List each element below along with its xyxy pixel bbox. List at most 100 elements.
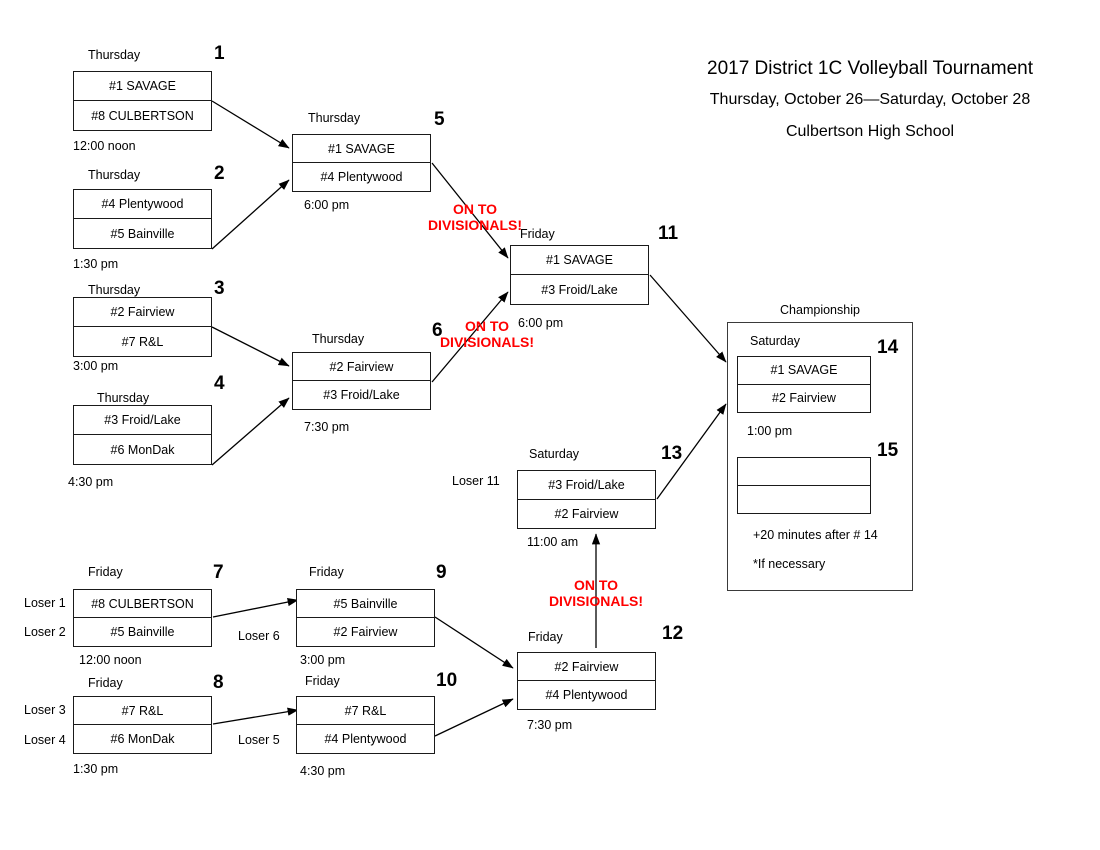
game-14-top-team[interactable]: #1 SAVAGE bbox=[738, 357, 870, 385]
game-15-box[interactable] bbox=[737, 457, 871, 514]
game-4-bottom-team[interactable]: #6 MonDak bbox=[74, 435, 211, 464]
game-12-box[interactable]: #2 Fairview #4 Plentywood bbox=[517, 652, 656, 710]
divisionals-callout-3-line2: DIVISIONALS! bbox=[548, 593, 644, 609]
divisionals-callout-2-line2: DIVISIONALS! bbox=[439, 334, 535, 350]
game-3-number: 3 bbox=[214, 278, 225, 299]
game-2-day: Thursday bbox=[88, 168, 141, 182]
game-4-number: 4 bbox=[214, 373, 225, 394]
game-8-number: 8 bbox=[213, 672, 224, 693]
game-5-time: 6:00 pm bbox=[304, 198, 350, 212]
game-5-bottom-team[interactable]: #4 Plentywood bbox=[293, 163, 430, 191]
game-10-top-team[interactable]: #7 R&L bbox=[297, 697, 434, 725]
game-7-top-team[interactable]: #8 CULBERTSON bbox=[74, 590, 211, 618]
game-6-top-team[interactable]: #2 Fairview bbox=[293, 353, 430, 381]
game-10-box[interactable]: #7 R&L #4 Plentywood bbox=[296, 696, 435, 754]
game-14-number: 14 bbox=[877, 337, 899, 358]
game-11-box[interactable]: #1 SAVAGE #3 Froid/Lake bbox=[510, 245, 649, 305]
divisionals-callout-2: ON TO DIVISIONALS! bbox=[432, 318, 542, 350]
game-5-top-team[interactable]: #1 SAVAGE bbox=[293, 135, 430, 163]
game-10-time: 4:30 pm bbox=[300, 764, 346, 778]
game-10-number: 10 bbox=[436, 670, 458, 691]
game-13-box[interactable]: #3 Froid/Lake #2 Fairview bbox=[517, 470, 656, 529]
game-10-bottom-feeder: Loser 5 bbox=[238, 733, 280, 747]
divisionals-callout-1: ON TO DIVISIONALS! bbox=[420, 201, 530, 233]
game-6-day: Thursday bbox=[312, 332, 365, 346]
game-12-time: 7:30 pm bbox=[527, 718, 573, 732]
game-8-time: 1:30 pm bbox=[73, 762, 119, 776]
game-12-top-team[interactable]: #2 Fairview bbox=[518, 653, 655, 681]
game-14-bottom-team[interactable]: #2 Fairview bbox=[738, 385, 870, 413]
game-4-top-team[interactable]: #3 Froid/Lake bbox=[74, 406, 211, 435]
game-13-number: 13 bbox=[661, 443, 683, 464]
game-8-day: Friday bbox=[88, 676, 123, 690]
game-6-box[interactable]: #2 Fairview #3 Froid/Lake bbox=[292, 352, 431, 410]
game-11-number: 11 bbox=[658, 223, 679, 244]
game-8-top-team[interactable]: #7 R&L bbox=[74, 697, 211, 725]
game-5-number: 5 bbox=[434, 109, 445, 130]
game-1-time: 12:00 noon bbox=[73, 139, 136, 153]
game-15-bottom-team[interactable] bbox=[738, 486, 870, 514]
game-5-day: Thursday bbox=[308, 111, 361, 125]
game-15-number: 15 bbox=[877, 440, 899, 461]
game-1-day: Thursday bbox=[88, 48, 141, 62]
game-9-day: Friday bbox=[309, 565, 344, 579]
divisionals-callout-1-line2: DIVISIONALS! bbox=[427, 217, 523, 233]
game-7-bottom-feeder: Loser 2 bbox=[24, 625, 66, 639]
game-13-time: 11:00 am bbox=[527, 535, 579, 549]
game-2-top-team[interactable]: #4 Plentywood bbox=[74, 190, 211, 219]
divisionals-callout-1-line1: ON TO bbox=[452, 201, 498, 217]
game-12-number: 12 bbox=[662, 623, 684, 644]
game-12-day: Friday bbox=[528, 630, 563, 644]
game-2-number: 2 bbox=[214, 163, 225, 184]
game-2-time: 1:30 pm bbox=[73, 257, 119, 271]
game-4-box[interactable]: #3 Froid/Lake #6 MonDak bbox=[73, 405, 212, 465]
game-3-bottom-team[interactable]: #7 R&L bbox=[74, 327, 211, 356]
game-11-top-team[interactable]: #1 SAVAGE bbox=[511, 246, 648, 275]
game-3-top-team[interactable]: #2 Fairview bbox=[74, 298, 211, 327]
game-3-box[interactable]: #2 Fairview #7 R&L bbox=[73, 297, 212, 357]
tournament-title-block: 2017 District 1C Volleyball Tournament T… bbox=[640, 54, 1100, 148]
game-3-time: 3:00 pm bbox=[73, 359, 119, 373]
game-6-bottom-team[interactable]: #3 Froid/Lake bbox=[293, 381, 430, 409]
game-8-top-feeder: Loser 3 bbox=[24, 703, 66, 717]
game-9-bottom-team[interactable]: #2 Fairview bbox=[297, 618, 434, 646]
game-14-time: 1:00 pm bbox=[747, 424, 793, 438]
game-7-box[interactable]: #8 CULBERTSON #5 Bainville bbox=[73, 589, 212, 647]
game-2-bottom-team[interactable]: #5 Bainville bbox=[74, 219, 211, 248]
game-5-box[interactable]: #1 SAVAGE #4 Plentywood bbox=[292, 134, 431, 192]
game-8-bottom-team[interactable]: #6 MonDak bbox=[74, 725, 211, 753]
game-13-bottom-team[interactable]: #2 Fairview bbox=[518, 500, 655, 529]
game-8-box[interactable]: #7 R&L #6 MonDak bbox=[73, 696, 212, 754]
game-1-top-team[interactable]: #1 SAVAGE bbox=[74, 72, 211, 101]
game-7-time: 12:00 noon bbox=[79, 653, 142, 667]
game-7-bottom-team[interactable]: #5 Bainville bbox=[74, 618, 211, 646]
tournament-venue: Culbertson High School bbox=[785, 123, 955, 140]
game-1-box[interactable]: #1 SAVAGE #8 CULBERTSON bbox=[73, 71, 212, 131]
tournament-title: 2017 District 1C Volleyball Tournament bbox=[707, 58, 1033, 79]
game-4-day: Thursday bbox=[97, 391, 150, 405]
championship-time-note: +20 minutes after # 14 bbox=[753, 528, 878, 542]
game-10-bottom-team[interactable]: #4 Plentywood bbox=[297, 725, 434, 753]
game-1-bottom-team[interactable]: #8 CULBERTSON bbox=[74, 101, 211, 130]
game-11-bottom-team[interactable]: #3 Froid/Lake bbox=[511, 275, 648, 304]
game-1-number: 1 bbox=[214, 43, 225, 64]
game-7-number: 7 bbox=[213, 562, 224, 583]
game-9-time: 3:00 pm bbox=[300, 653, 346, 667]
game-10-day: Friday bbox=[305, 674, 340, 688]
divisionals-callout-3-line1: ON TO bbox=[573, 577, 619, 593]
game-13-top-team[interactable]: #3 Froid/Lake bbox=[518, 471, 655, 500]
game-14-box[interactable]: #1 SAVAGE #2 Fairview bbox=[737, 356, 871, 413]
game-2-box[interactable]: #4 Plentywood #5 Bainville bbox=[73, 189, 212, 249]
game-7-top-feeder: Loser 1 bbox=[24, 596, 66, 610]
game-9-top-team[interactable]: #5 Bainville bbox=[297, 590, 434, 618]
game-9-box[interactable]: #5 Bainville #2 Fairview bbox=[296, 589, 435, 647]
game-3-day: Thursday bbox=[88, 283, 141, 297]
game-7-day: Friday bbox=[88, 565, 123, 579]
divisionals-callout-2-line1: ON TO bbox=[464, 318, 510, 334]
game-15-top-team[interactable] bbox=[738, 458, 870, 486]
game-14-day: Saturday bbox=[750, 334, 801, 348]
game-6-time: 7:30 pm bbox=[304, 420, 350, 434]
game-12-bottom-team[interactable]: #4 Plentywood bbox=[518, 681, 655, 709]
game-13-day: Saturday bbox=[529, 447, 580, 461]
game-4-time: 4:30 pm bbox=[68, 475, 114, 489]
